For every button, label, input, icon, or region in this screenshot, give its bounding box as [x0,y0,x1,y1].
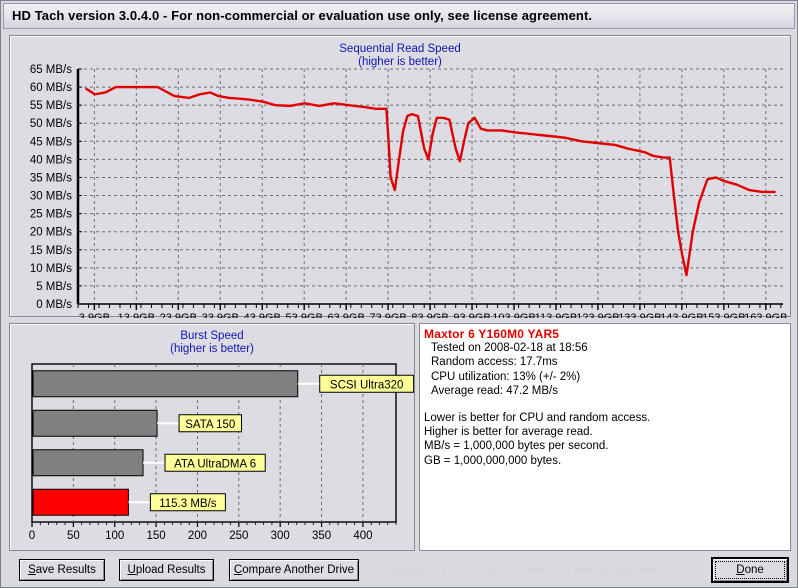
done-label: Done [736,564,764,576]
sequential-read-chart: 0 MB/s 5 MB/s 10 MB/s 15 MB/s 20 MB/s 25 MB/s… [30,64,788,318]
burst-speed-panel: Burst Speed (higher is better) 0 50 100 150… [9,323,415,551]
copyright-text: Copyright (C) 2004 Simpli Software, Inc.… [383,563,689,575]
svg-text:23,9GB: 23,9GB [160,312,197,318]
burst-chart-title: Burst Speed [180,330,244,342]
svg-text:0: 0 [29,530,35,542]
done-accel: D [736,564,745,576]
svg-text:20 MB/s: 20 MB/s [30,227,72,239]
upload-accel: U [127,564,136,576]
svg-text:40 MB/s: 40 MB/s [30,154,72,166]
svg-text:13,9GB: 13,9GB [118,312,155,318]
svg-text:93,9GB: 93,9GB [453,312,490,318]
burst-speed-chart: 0 50 100 150 200 250 300 350 400 SCSI Ultra320 SAT… [29,363,414,542]
svg-text:30 MB/s: 30 MB/s [30,191,72,203]
svg-text:73,9GB: 73,9GB [369,312,406,318]
svg-text:0 MB/s: 0 MB/s [36,299,72,311]
svg-text:63,9GB: 63,9GB [327,312,364,318]
svg-text:15 MB/s: 15 MB/s [30,245,72,257]
svg-text:SATA 150: SATA 150 [185,419,235,431]
svg-text:163,9GB: 163,9GB [744,312,787,318]
upload-results-label: Upload Results [128,564,206,576]
svg-text:35 MB/s: 35 MB/s [30,172,72,184]
svg-text:123,9GB: 123,9GB [576,312,619,318]
compare-another-drive-button[interactable]: Compare Another Drive [229,559,359,581]
svg-text:50: 50 [67,530,80,542]
done-button[interactable]: Done [711,557,789,583]
drive-model-label: Maxtor 6 Y160M0 YAR5 [424,327,560,341]
svg-text:ATA UltraDMA 6: ATA UltraDMA 6 [174,458,256,470]
svg-text:103,9GB: 103,9GB [492,312,535,318]
svg-text:400: 400 [353,530,372,542]
svg-text:45 MB/s: 45 MB/s [30,136,72,148]
compare-label: Compare Another Drive [234,564,354,576]
svg-text:100: 100 [105,530,124,542]
save-results-label: Save Results [28,564,96,576]
sequential-chart-subtitle: (higher is better) [358,56,442,68]
svg-text:83,9GB: 83,9GB [411,312,448,318]
svg-text:300: 300 [271,530,290,542]
svg-text:33,9GB: 33,9GB [202,312,239,318]
compare-accel: C [233,564,243,576]
svg-text:25 MB/s: 25 MB/s [30,209,72,221]
cpu-utilization-label: CPU utilization: 13% (+/- 2%) [431,370,581,383]
svg-text:200: 200 [188,530,207,542]
note-higher-is-better: Higher is better for average read. [424,426,593,439]
svg-text:5 MB/s: 5 MB/s [36,281,72,293]
upload-rest: pload Results [135,564,206,576]
svg-text:SCSI Ultra320: SCSI Ultra320 [330,379,404,391]
svg-text:60 MB/s: 60 MB/s [30,82,72,94]
hd-tach-window: HD Tach version 3.0.4.0 - For non-commer… [0,0,798,588]
sequential-read-panel: Sequential Read Speed (higher is better)… [9,35,791,318]
average-read-label: Average read: 47.2 MB/s [431,384,558,397]
random-access-label: Random access: 17.7ms [431,356,558,369]
tested-on-label: Tested on 2008-02-18 at 18:56 [431,342,588,355]
window-title-bar: HD Tach version 3.0.4.0 - For non-commer… [3,3,795,29]
note-lower-is-better: Lower is better for CPU and random acces… [424,412,651,425]
svg-text:150: 150 [146,530,165,542]
svg-text:43,9GB: 43,9GB [244,312,281,318]
svg-text:113,9GB: 113,9GB [535,312,578,318]
svg-text:350: 350 [312,530,331,542]
note-mb-definition: MB/s = 1,000,000 bytes per second. [424,440,609,453]
svg-text:53,9GB: 53,9GB [286,312,323,318]
svg-text:143,9GB: 143,9GB [660,312,703,318]
svg-text:153,9GB: 153,9GB [702,312,745,318]
svg-text:133,9GB: 133,9GB [618,312,661,318]
save-accel: S [28,564,36,576]
drive-info-panel: Maxtor 6 Y160M0 YAR5 Tested on 2008-02-1… [419,323,791,551]
save-rest: ave Results [35,564,96,576]
sequential-chart-title: Sequential Read Speed [339,43,461,55]
save-results-button[interactable]: Save Results [19,559,105,581]
svg-text:55 MB/s: 55 MB/s [30,100,72,112]
svg-text:3,9GB: 3,9GB [79,312,110,318]
svg-text:50 MB/s: 50 MB/s [30,118,72,130]
svg-text:250: 250 [229,530,248,542]
done-rest: one [744,564,764,576]
note-gb-definition: GB = 1,000,000,000 bytes. [424,454,562,467]
svg-text:115.3 MB/s: 115.3 MB/s [159,498,217,510]
window-title-text: HD Tach version 3.0.4.0 - For non-commer… [12,8,593,23]
svg-text:10 MB/s: 10 MB/s [30,263,72,275]
upload-results-button[interactable]: Upload Results [119,559,214,581]
burst-chart-subtitle: (higher is better) [170,343,254,355]
compare-rest: ompare Another Drive [242,564,355,576]
